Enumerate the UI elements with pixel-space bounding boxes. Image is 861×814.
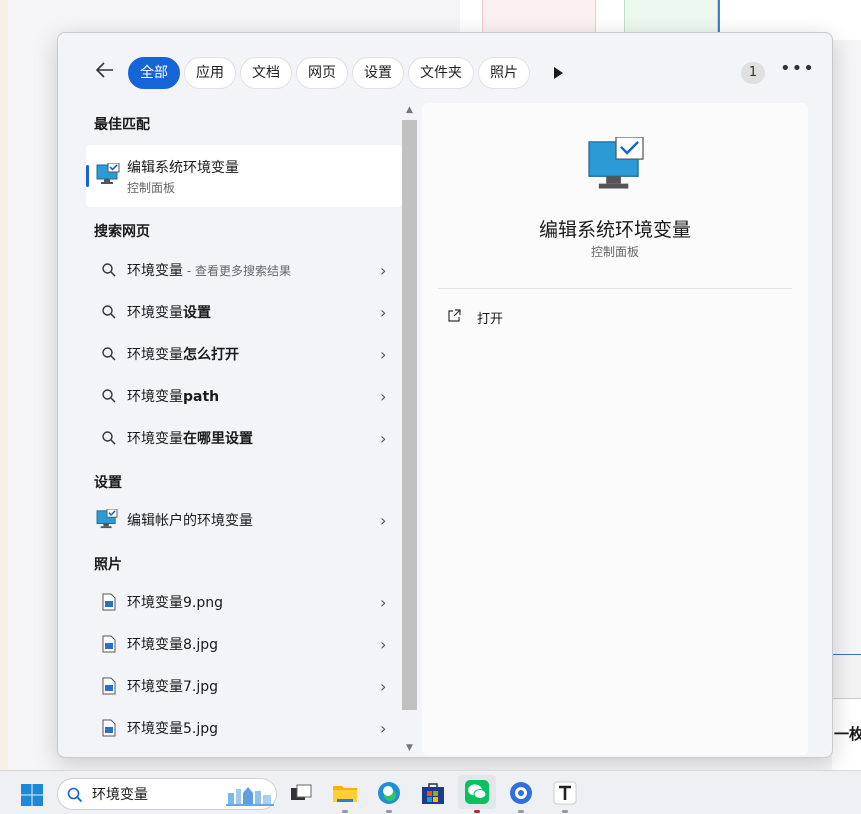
selection-indicator <box>86 165 89 187</box>
chevron-right-icon[interactable]: › <box>380 677 386 696</box>
web-result-item[interactable]: 环境变量在哪里设置 › <box>86 418 402 458</box>
search-flyout: 全部 应用 文档 网页 设置 文件夹 照片 1 ••• 最佳匹配 编辑系统环境变… <box>57 32 833 758</box>
best-match-sub: 控制面板 <box>127 181 176 195</box>
edge-browser-icon[interactable] <box>375 779 403 807</box>
section-settings: 设置 <box>94 475 122 491</box>
scroll-up-icon[interactable]: ▲ <box>402 103 417 118</box>
photo-result-item[interactable]: 环境变量7.jpg › <box>86 666 402 706</box>
background-window-edge <box>0 0 8 770</box>
scroll-down-icon[interactable]: ▼ <box>402 741 417 756</box>
tab-all[interactable]: 全部 <box>128 57 180 89</box>
background-text: 一枚 <box>834 725 861 743</box>
preview-pane: 编辑系统环境变量 控制面板 打开 <box>422 103 808 755</box>
settings-result-item[interactable]: 编辑帐户的环境变量 › <box>86 500 402 540</box>
search-icon <box>100 387 118 405</box>
image-file-icon <box>100 677 118 695</box>
photo-result-label: 环境变量9.png <box>127 595 224 611</box>
filter-bar: 全部 应用 文档 网页 设置 文件夹 照片 1 ••• <box>58 33 832 103</box>
wechat-icon[interactable] <box>458 775 496 809</box>
scrollbar-thumb[interactable] <box>402 120 417 710</box>
section-best-match: 最佳匹配 <box>94 117 150 133</box>
search-icon <box>100 429 118 447</box>
section-web: 搜索网页 <box>94 224 150 240</box>
preview-title: 编辑系统环境变量 <box>538 219 691 241</box>
results-scrollbar[interactable]: ▲ ▼ <box>402 103 417 757</box>
back-arrow-icon[interactable] <box>94 59 118 83</box>
open-external-icon <box>446 308 462 324</box>
tab-photos[interactable]: 照片 <box>478 57 530 89</box>
search-icon <box>100 303 118 321</box>
chevron-right-icon[interactable]: › <box>380 261 386 280</box>
image-file-icon <box>100 593 118 611</box>
open-action[interactable]: 打开 <box>446 305 646 329</box>
web-result-query: 环境变量 <box>127 263 183 279</box>
chevron-right-icon[interactable]: › <box>380 345 386 364</box>
monitor-check-icon <box>96 508 120 529</box>
web-result-suffix: 在哪里设置 <box>183 431 253 447</box>
web-result-prefix: 环境变量 <box>127 305 183 321</box>
search-icon <box>100 345 118 363</box>
windows-start-icon[interactable] <box>20 783 44 807</box>
web-result-prefix: 环境变量 <box>127 431 183 447</box>
search-icon <box>66 786 84 804</box>
photo-result-item[interactable]: 环境变量8.jpg › <box>86 624 402 664</box>
chevron-right-icon[interactable]: › <box>380 511 386 530</box>
monitor-check-icon <box>585 136 647 195</box>
photo-result-label: 环境变量8.jpg <box>127 637 219 653</box>
taskbar-search-input[interactable] <box>92 784 202 804</box>
chevron-right-icon[interactable]: › <box>380 635 386 654</box>
web-result-prefix: 环境变量 <box>127 389 183 405</box>
web-result-item[interactable]: 环境变量path › <box>86 376 402 416</box>
web-result-hint: - 查看更多搜索结果 <box>183 264 291 278</box>
tab-web[interactable]: 网页 <box>296 57 348 89</box>
taskbar <box>0 770 861 814</box>
chat-app-icon[interactable] <box>507 779 535 807</box>
results-list: 最佳匹配 编辑系统环境变量 控制面板 搜索网页 环境变量 - 查看更多搜索结果 … <box>86 103 402 757</box>
photo-result-item[interactable]: 环境变量5.jpg › <box>86 708 402 748</box>
chevron-right-icon[interactable]: › <box>380 429 386 448</box>
chevron-right-icon[interactable]: › <box>380 303 386 322</box>
web-result-prefix: 环境变量 <box>127 347 183 363</box>
best-match-item[interactable]: 编辑系统环境变量 控制面板 <box>86 145 402 207</box>
photo-result-label: 环境变量5.jpg <box>127 721 219 737</box>
tab-apps[interactable]: 应用 <box>184 57 236 89</box>
file-explorer-icon[interactable] <box>331 779 359 807</box>
open-label: 打开 <box>477 312 504 327</box>
tab-folders[interactable]: 文件夹 <box>408 57 474 89</box>
taskbar-search-box[interactable] <box>57 778 277 810</box>
image-file-icon <box>100 719 118 737</box>
web-result-suffix: 设置 <box>183 305 211 321</box>
rewards-badge[interactable]: 1 <box>741 62 765 84</box>
chevron-right-icon[interactable]: › <box>380 387 386 406</box>
more-filters-play-icon[interactable] <box>548 63 568 83</box>
settings-result-label: 编辑帐户的环境变量 <box>127 513 253 529</box>
web-result-suffix: path <box>183 389 220 405</box>
search-highlight-illustration-icon <box>226 783 274 811</box>
photo-result-item[interactable]: 环境变量9.png › <box>86 582 402 622</box>
background-window-fragment: 一枚 <box>832 654 861 770</box>
divider <box>438 288 792 289</box>
tab-documents[interactable]: 文档 <box>240 57 292 89</box>
chevron-right-icon[interactable]: › <box>380 719 386 738</box>
chevron-right-icon[interactable]: › <box>380 593 386 612</box>
photo-result-label: 环境变量7.jpg <box>127 679 219 695</box>
web-result-suffix: 怎么打开 <box>183 347 239 363</box>
web-result-item[interactable]: 环境变量怎么打开 › <box>86 334 402 374</box>
tab-settings[interactable]: 设置 <box>352 57 404 89</box>
best-match-name: 编辑系统环境变量 <box>127 160 239 176</box>
monitor-check-icon <box>96 162 120 189</box>
more-options-icon[interactable]: ••• <box>780 58 814 82</box>
search-icon <box>100 261 118 279</box>
web-result-item[interactable]: 环境变量设置 › <box>86 292 402 332</box>
preview-sub: 控制面板 <box>590 245 639 259</box>
microsoft-store-icon[interactable] <box>419 779 447 807</box>
task-view-icon[interactable] <box>287 779 315 807</box>
web-result-item[interactable]: 环境变量 - 查看更多搜索结果 › <box>86 250 402 290</box>
image-file-icon <box>100 635 118 653</box>
typora-icon[interactable] <box>551 779 579 807</box>
section-photos: 照片 <box>94 557 122 573</box>
